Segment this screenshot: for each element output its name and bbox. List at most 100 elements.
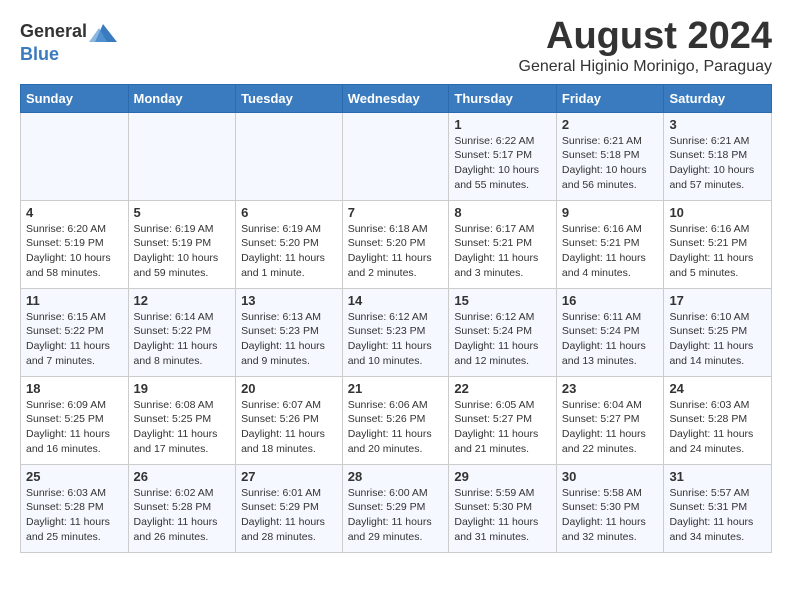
day-header-tuesday: Tuesday [236,84,343,112]
day-number: 12 [134,293,231,308]
title-section: August 2024 General Higinio Morinigo, Pa… [519,16,772,76]
day-info: Sunrise: 6:00 AM Sunset: 5:29 PM Dayligh… [348,486,444,545]
main-title: August 2024 [519,16,772,58]
week-row-3: 11 Sunrise: 6:15 AM Sunset: 5:22 PM Dayli… [21,288,772,376]
calendar-cell: 9Sunrise: 6:16 AM Sunset: 5:21 PM Daylig… [556,200,664,288]
day-number: 4 [26,205,123,220]
calendar-cell [128,112,236,200]
day-number: 21 [348,381,444,396]
day-number: 5 [134,205,231,220]
day-header-wednesday: Wednesday [342,84,449,112]
day-info: Sunrise: 6:21 AM Sunset: 5:18 PM Dayligh… [669,134,766,193]
header-row: SundayMondayTuesdayWednesdayThursdayFrid… [21,84,772,112]
calendar-cell [342,112,449,200]
day-header-saturday: Saturday [664,84,772,112]
day-info: Sunrise: 6:03 AM Sunset: 5:28 PM Dayligh… [26,486,123,545]
calendar-cell: 21 Sunrise: 6:06 AM Sunset: 5:26 PM Dayli… [342,376,449,464]
day-number: 3 [669,117,766,132]
day-number: 23 [562,381,659,396]
day-info: Sunrise: 6:15 AM Sunset: 5:22 PM Dayligh… [26,310,123,369]
day-header-monday: Monday [128,84,236,112]
day-info: Sunrise: 6:09 AM Sunset: 5:25 PM Dayligh… [26,398,123,457]
calendar-cell: 8Sunrise: 6:17 AM Sunset: 5:21 PM Daylig… [449,200,557,288]
day-info: Sunrise: 6:04 AM Sunset: 5:27 PM Dayligh… [562,398,659,457]
day-info: Sunrise: 6:03 AM Sunset: 5:28 PM Dayligh… [669,398,766,457]
calendar-cell: 2 Sunrise: 6:21 AM Sunset: 5:18 PM Daylig… [556,112,664,200]
day-number: 7 [348,205,444,220]
day-info: Sunrise: 6:13 AM Sunset: 5:23 PM Dayligh… [241,310,337,369]
logo-icon [89,20,117,44]
day-info: Sunrise: 6:19 AM Sunset: 5:19 PM Dayligh… [134,222,231,281]
calendar-cell: 17Sunrise: 6:10 AM Sunset: 5:25 PM Dayli… [664,288,772,376]
week-row-1: 1 Sunrise: 6:22 AM Sunset: 5:17 PM Daylig… [21,112,772,200]
day-info: Sunrise: 6:11 AM Sunset: 5:24 PM Dayligh… [562,310,659,369]
calendar-cell: 30Sunrise: 5:58 AM Sunset: 5:30 PM Dayli… [556,464,664,552]
day-info: Sunrise: 6:12 AM Sunset: 5:23 PM Dayligh… [348,310,444,369]
day-header-thursday: Thursday [449,84,557,112]
day-number: 11 [26,293,123,308]
day-header-friday: Friday [556,84,664,112]
day-number: 2 [562,117,659,132]
calendar-cell: 20Sunrise: 6:07 AM Sunset: 5:26 PM Dayli… [236,376,343,464]
day-info: Sunrise: 6:01 AM Sunset: 5:29 PM Dayligh… [241,486,337,545]
calendar-cell: 6Sunrise: 6:19 AM Sunset: 5:20 PM Daylig… [236,200,343,288]
day-number: 25 [26,469,123,484]
day-number: 29 [454,469,551,484]
day-number: 22 [454,381,551,396]
day-number: 19 [134,381,231,396]
calendar-cell: 25 Sunrise: 6:03 AM Sunset: 5:28 PM Dayli… [21,464,129,552]
day-number: 18 [26,381,123,396]
calendar-cell: 15Sunrise: 6:12 AM Sunset: 5:24 PM Dayli… [449,288,557,376]
day-number: 17 [669,293,766,308]
calendar-cell: 18 Sunrise: 6:09 AM Sunset: 5:25 PM Dayli… [21,376,129,464]
day-number: 10 [669,205,766,220]
day-number: 15 [454,293,551,308]
calendar-cell: 10 Sunrise: 6:16 AM Sunset: 5:21 PM Dayli… [664,200,772,288]
calendar-cell: 7 Sunrise: 6:18 AM Sunset: 5:20 PM Daylig… [342,200,449,288]
day-info: Sunrise: 6:06 AM Sunset: 5:26 PM Dayligh… [348,398,444,457]
calendar-cell: 23 Sunrise: 6:04 AM Sunset: 5:27 PM Dayli… [556,376,664,464]
day-info: Sunrise: 5:59 AM Sunset: 5:30 PM Dayligh… [454,486,551,545]
day-number: 1 [454,117,551,132]
calendar-cell: 1 Sunrise: 6:22 AM Sunset: 5:17 PM Daylig… [449,112,557,200]
calendar-cell: 24 Sunrise: 6:03 AM Sunset: 5:28 PM Dayli… [664,376,772,464]
day-number: 20 [241,381,337,396]
day-number: 28 [348,469,444,484]
calendar-cell: 28 Sunrise: 6:00 AM Sunset: 5:29 PM Dayli… [342,464,449,552]
calendar-cell [21,112,129,200]
day-number: 24 [669,381,766,396]
header: General Blue August 2024 General Higinio… [20,16,772,76]
calendar-cell: 12 Sunrise: 6:14 AM Sunset: 5:22 PM Dayli… [128,288,236,376]
week-row-2: 4 Sunrise: 6:20 AM Sunset: 5:19 PM Daylig… [21,200,772,288]
day-info: Sunrise: 6:08 AM Sunset: 5:25 PM Dayligh… [134,398,231,457]
day-info: Sunrise: 5:58 AM Sunset: 5:30 PM Dayligh… [562,486,659,545]
calendar-cell: 31 Sunrise: 5:57 AM Sunset: 5:31 PM Dayli… [664,464,772,552]
subtitle: General Higinio Morinigo, Paraguay [519,58,772,76]
day-number: 27 [241,469,337,484]
day-number: 26 [134,469,231,484]
calendar-table: SundayMondayTuesdayWednesdayThursdayFrid… [20,84,772,553]
logo-blue-text: Blue [20,44,59,64]
calendar-cell: 5 Sunrise: 6:19 AM Sunset: 5:19 PM Daylig… [128,200,236,288]
week-row-4: 18 Sunrise: 6:09 AM Sunset: 5:25 PM Dayli… [21,376,772,464]
day-info: Sunrise: 6:14 AM Sunset: 5:22 PM Dayligh… [134,310,231,369]
week-row-5: 25 Sunrise: 6:03 AM Sunset: 5:28 PM Dayli… [21,464,772,552]
day-info: Sunrise: 6:21 AM Sunset: 5:18 PM Dayligh… [562,134,659,193]
day-info: Sunrise: 6:16 AM Sunset: 5:21 PM Dayligh… [562,222,659,281]
calendar-cell [236,112,343,200]
logo: General Blue [20,20,117,65]
day-info: Sunrise: 5:57 AM Sunset: 5:31 PM Dayligh… [669,486,766,545]
day-info: Sunrise: 6:16 AM Sunset: 5:21 PM Dayligh… [669,222,766,281]
day-number: 6 [241,205,337,220]
day-number: 8 [454,205,551,220]
calendar-cell: 26Sunrise: 6:02 AM Sunset: 5:28 PM Dayli… [128,464,236,552]
day-number: 31 [669,469,766,484]
calendar-cell: 19 Sunrise: 6:08 AM Sunset: 5:25 PM Dayli… [128,376,236,464]
day-info: Sunrise: 6:22 AM Sunset: 5:17 PM Dayligh… [454,134,551,193]
day-info: Sunrise: 6:20 AM Sunset: 5:19 PM Dayligh… [26,222,123,281]
calendar-cell: 29 Sunrise: 5:59 AM Sunset: 5:30 PM Dayli… [449,464,557,552]
day-number: 14 [348,293,444,308]
calendar-cell: 22Sunrise: 6:05 AM Sunset: 5:27 PM Dayli… [449,376,557,464]
day-info: Sunrise: 6:18 AM Sunset: 5:20 PM Dayligh… [348,222,444,281]
day-number: 16 [562,293,659,308]
